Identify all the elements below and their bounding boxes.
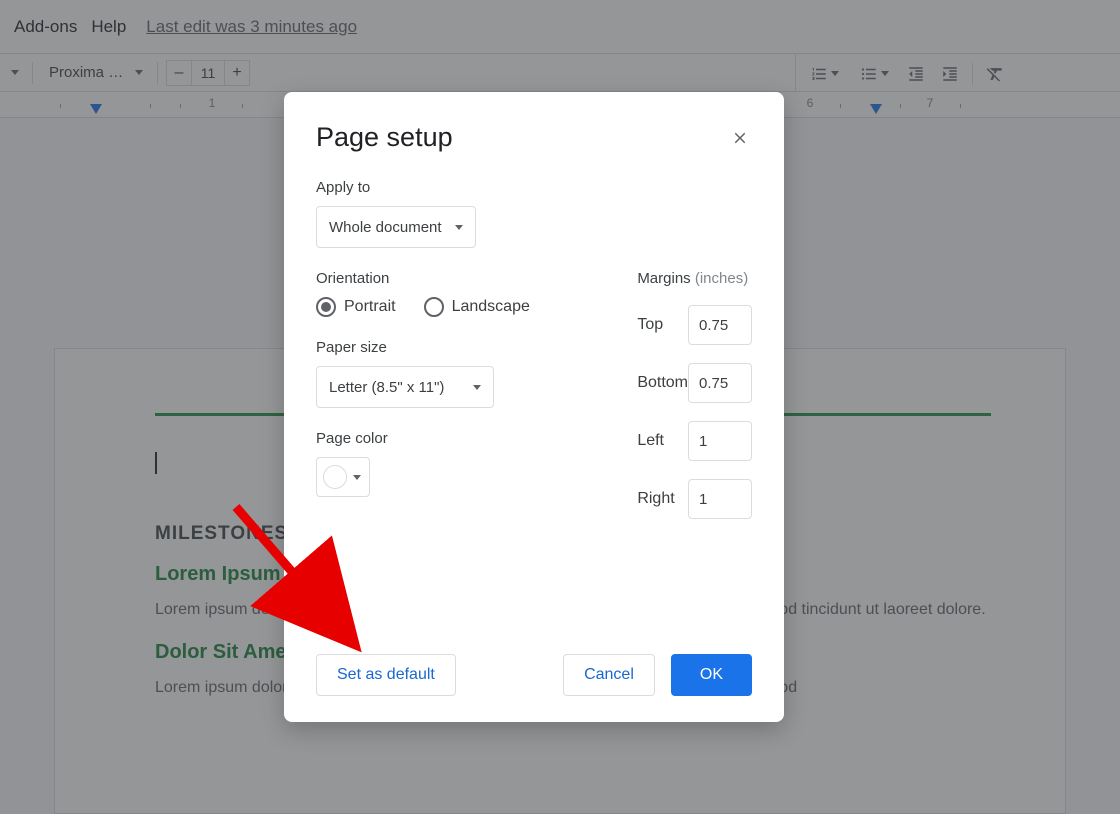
menu-bar: Add-ons Help Last edit was 3 minutes ago [0, 0, 1120, 53]
ruler-minor-tick [60, 104, 61, 108]
margin-left-label: Left [637, 432, 664, 450]
bulleted-list-button[interactable] [852, 65, 896, 83]
chevron-down-icon [135, 70, 143, 75]
chevron-down-icon [473, 385, 481, 390]
menu-addons[interactable]: Add-ons [14, 17, 77, 37]
decrease-indent-button[interactable] [902, 60, 930, 88]
ruler-minor-tick [840, 104, 841, 108]
margin-left-input[interactable] [688, 421, 752, 461]
margins-label: Margins (inches) [637, 270, 752, 287]
ruler-minor-tick [960, 104, 961, 108]
ok-button[interactable]: OK [671, 654, 752, 696]
chevron-down-icon [831, 71, 839, 76]
ruler-tick: 6 [807, 96, 814, 110]
close-icon [731, 129, 749, 147]
close-button[interactable] [728, 126, 752, 150]
text-cursor [155, 452, 157, 474]
page-setup-dialog: Page setup Apply to Whole document Orien… [284, 92, 784, 722]
color-swatch-icon [323, 465, 347, 489]
font-size-value[interactable]: 11 [192, 60, 224, 86]
margin-right-input[interactable] [688, 479, 752, 519]
clear-formatting-button[interactable] [981, 60, 1009, 88]
margin-bottom-input[interactable] [688, 363, 752, 403]
ruler-minor-tick [900, 104, 901, 108]
paper-size-label: Paper size [316, 339, 607, 356]
page-color-select[interactable] [316, 457, 370, 497]
radio-label: Landscape [452, 298, 530, 316]
toolbar-separator [157, 62, 158, 84]
chevron-down-icon [455, 225, 463, 230]
orientation-landscape-radio[interactable]: Landscape [424, 297, 530, 317]
toolbar: Proxima N… – 11 + [0, 53, 1120, 92]
ruler-tick: 1 [209, 96, 216, 110]
styles-dropdown[interactable] [6, 70, 24, 75]
ruler-minor-tick [180, 104, 181, 108]
margin-bottom-label: Bottom [637, 374, 688, 392]
increase-indent-button[interactable] [936, 60, 964, 88]
radio-label: Portrait [344, 298, 396, 316]
toolbar-separator [32, 62, 33, 84]
ruler-minor-tick [150, 104, 151, 108]
margin-top-label: Top [637, 316, 663, 334]
dialog-title: Page setup [316, 122, 752, 153]
font-size-decrease-button[interactable]: – [166, 60, 192, 86]
radio-unselected-icon [424, 297, 444, 317]
chevron-down-icon [353, 475, 361, 480]
page-color-label: Page color [316, 430, 607, 447]
font-size-stepper: – 11 + [166, 60, 250, 86]
ruler-tick: 7 [927, 96, 934, 110]
app-root: Add-ons Help Last edit was 3 minutes ago… [0, 0, 1120, 814]
apply-to-select[interactable]: Whole document [316, 206, 476, 248]
radio-selected-icon [316, 297, 336, 317]
orientation-portrait-radio[interactable]: Portrait [316, 297, 396, 317]
apply-to-value: Whole document [329, 219, 442, 236]
chevron-down-icon [11, 70, 19, 75]
last-edit-note[interactable]: Last edit was 3 minutes ago [146, 17, 357, 37]
chevron-down-icon [881, 71, 889, 76]
paper-size-select[interactable]: Letter (8.5" x 11") [316, 366, 494, 408]
apply-to-label: Apply to [316, 179, 752, 196]
paper-size-value: Letter (8.5" x 11") [329, 379, 444, 396]
ruler-minor-tick [242, 104, 243, 108]
font-family-label: Proxima N… [49, 64, 127, 81]
numbered-list-button[interactable] [802, 65, 846, 83]
right-indent-marker[interactable] [870, 104, 882, 114]
font-family-select[interactable]: Proxima N… [41, 59, 149, 87]
margin-top-input[interactable] [688, 305, 752, 345]
left-indent-marker[interactable] [90, 104, 102, 114]
toolbar-separator [972, 63, 973, 85]
toolbar-right-group [795, 54, 1009, 93]
font-size-increase-button[interactable]: + [224, 60, 250, 86]
cancel-button[interactable]: Cancel [563, 654, 655, 696]
menu-help[interactable]: Help [91, 17, 126, 37]
margin-right-label: Right [637, 490, 674, 508]
orientation-label: Orientation [316, 270, 607, 287]
set-as-default-button[interactable]: Set as default [316, 654, 456, 696]
